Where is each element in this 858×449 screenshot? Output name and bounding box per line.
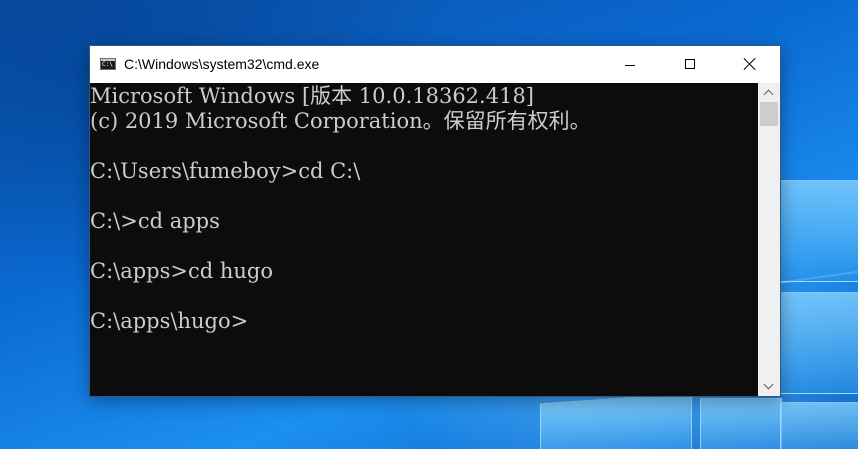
minimize-icon	[625, 65, 635, 66]
wallpaper-window-pane	[780, 292, 858, 394]
console-prompt-line[interactable]: C:\apps\hugo>	[90, 309, 248, 334]
wallpaper-window-pane	[780, 180, 858, 282]
close-button[interactable]	[720, 46, 780, 83]
wallpaper-window-pane	[780, 402, 858, 449]
title-bar[interactable]: C:\Windows\system32\cmd.exe	[90, 46, 780, 83]
wallpaper-window-pane	[540, 392, 692, 449]
maximize-icon	[685, 59, 695, 69]
console-line: (c) 2019 Microsoft Corporation。保留所有权利。	[90, 109, 591, 133]
minimize-button[interactable]	[600, 46, 660, 83]
scrollbar-thumb[interactable]	[760, 102, 778, 126]
close-icon	[743, 57, 757, 71]
chevron-down-icon	[763, 379, 774, 390]
cmd-window[interactable]: C:\Windows\system32\cmd.exe Microsoft Wi…	[89, 45, 781, 397]
maximize-button[interactable]	[660, 46, 720, 83]
console-line: Microsoft Windows [版本 10.0.18362.418]	[90, 84, 534, 108]
scroll-up-button[interactable]	[758, 83, 780, 101]
cmd-app-icon[interactable]	[100, 58, 116, 70]
vertical-scrollbar[interactable]	[758, 83, 780, 396]
console-line: C:\>cd apps	[90, 209, 220, 233]
chevron-up-icon	[763, 89, 774, 100]
wallpaper-window-pane	[700, 398, 782, 449]
window-title: C:\Windows\system32\cmd.exe	[124, 56, 320, 72]
scroll-down-button[interactable]	[758, 378, 780, 396]
console-line: C:\apps>cd hugo	[90, 259, 274, 283]
console-line: C:\Users\fumeboy>cd C:\	[90, 159, 361, 183]
console-output[interactable]: Microsoft Windows [版本 10.0.18362.418] (c…	[90, 83, 758, 396]
